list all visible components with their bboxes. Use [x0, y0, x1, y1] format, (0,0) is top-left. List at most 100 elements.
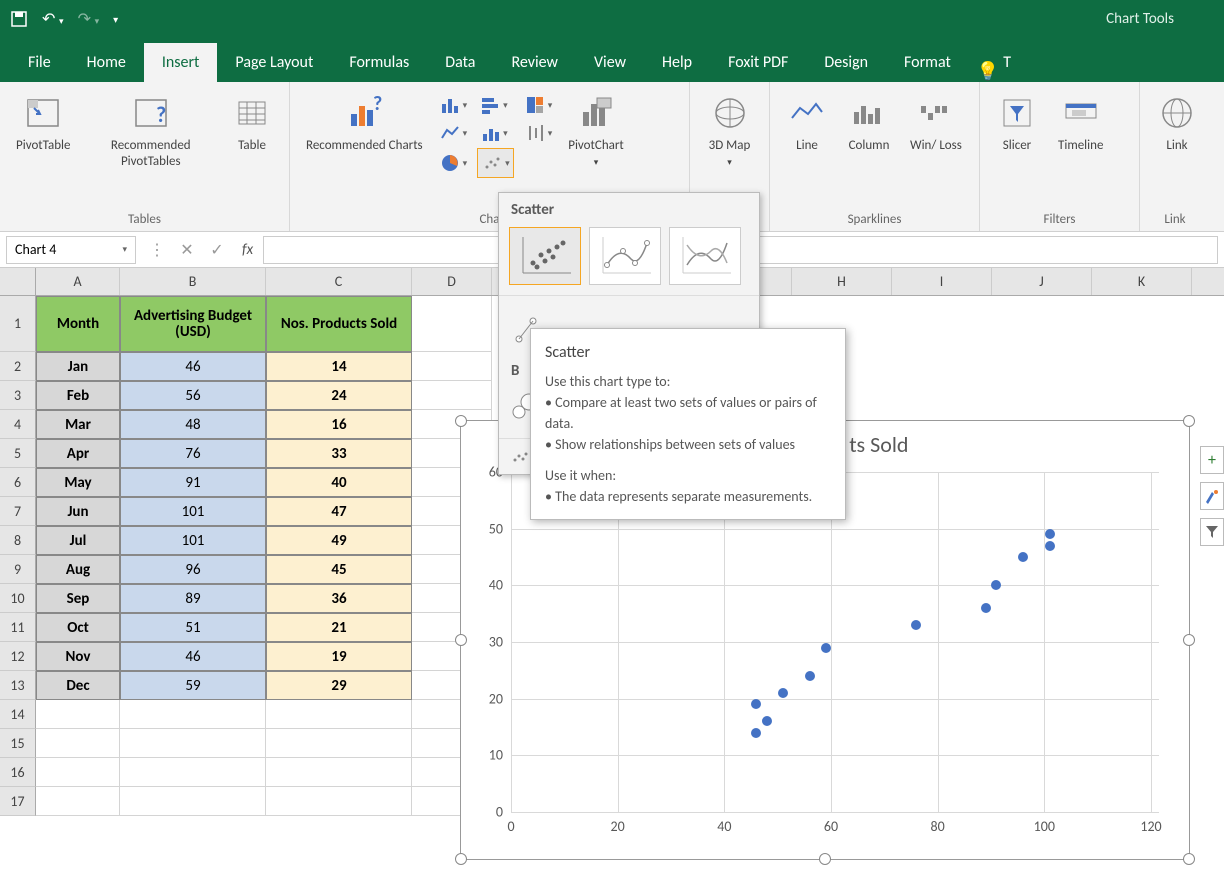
chart-resize-handle[interactable]	[455, 415, 467, 427]
name-box[interactable]: Chart 4 ▾	[6, 236, 136, 264]
cell-budget[interactable]: 46	[120, 352, 266, 381]
tab-page-layout[interactable]: Page Layout	[217, 43, 331, 82]
cell-c1[interactable]: Nos. Products Sold	[266, 296, 412, 352]
tab-formulas[interactable]: Formulas	[331, 43, 427, 82]
cell-budget[interactable]: 46	[120, 642, 266, 671]
sparkline-line-button[interactable]: Line	[780, 88, 834, 158]
col-header-i[interactable]: I	[892, 268, 992, 295]
area-chart-button[interactable]: ▾	[477, 120, 514, 146]
column-chart-button[interactable]: ▾	[437, 92, 470, 118]
tab-data[interactable]: Data	[427, 43, 493, 82]
cell-budget[interactable]: 96	[120, 555, 266, 584]
row-header[interactable]: 14	[0, 700, 36, 729]
cell-sold[interactable]: 21	[266, 613, 412, 642]
cell-month[interactable]: Mar	[36, 410, 120, 439]
tab-home[interactable]: Home	[69, 43, 144, 82]
redo-icon[interactable]: ↷ ▾	[78, 9, 100, 29]
cell-month[interactable]: Aug	[36, 555, 120, 584]
cell-month[interactable]: Jul	[36, 526, 120, 555]
cell-b1[interactable]: Advertising Budget (USD)	[120, 296, 266, 352]
chart-resize-handle[interactable]	[455, 853, 467, 865]
cell-budget[interactable]: 101	[120, 497, 266, 526]
tab-insert[interactable]: Insert	[144, 43, 218, 82]
pivotchart-button[interactable]: PivotChart▾	[562, 88, 630, 173]
cell-sold[interactable]: 49	[266, 526, 412, 555]
undo-icon[interactable]: ↶ ▾	[42, 9, 64, 29]
chart-resize-handle[interactable]	[1183, 853, 1195, 865]
cell-sold[interactable]: 45	[266, 555, 412, 584]
chart-data-point[interactable]	[1018, 552, 1028, 562]
chart-data-point[interactable]	[1045, 541, 1055, 551]
cell-budget[interactable]: 91	[120, 468, 266, 497]
cell-month[interactable]: Nov	[36, 642, 120, 671]
row-header[interactable]: 13	[0, 671, 36, 700]
sparkline-winloss-button[interactable]: Win/ Loss	[904, 88, 968, 158]
chart-elements-button[interactable]: +	[1200, 446, 1224, 474]
row-header[interactable]: 10	[0, 584, 36, 613]
cell-sold[interactable]: 36	[266, 584, 412, 613]
row-header[interactable]: 17	[0, 787, 36, 816]
row-header[interactable]: 6	[0, 468, 36, 497]
recommended-charts-button[interactable]: ? Recommended Charts	[300, 88, 429, 158]
cell-budget[interactable]: 48	[120, 410, 266, 439]
chart-resize-handle[interactable]	[819, 853, 831, 865]
stock-chart-button[interactable]: ▾	[522, 120, 555, 146]
tab-help[interactable]: Help	[644, 43, 710, 82]
cell-month[interactable]: Dec	[36, 671, 120, 700]
select-all-corner[interactable]	[0, 268, 36, 295]
chart-resize-handle[interactable]	[455, 634, 467, 646]
row-header[interactable]: 4	[0, 410, 36, 439]
cell-budget[interactable]: 89	[120, 584, 266, 613]
cell-budget[interactable]: 59	[120, 671, 266, 700]
chart-resize-handle[interactable]	[1183, 415, 1195, 427]
tab-design[interactable]: Design	[806, 43, 886, 82]
scatter-plain-option[interactable]	[509, 227, 581, 285]
cell-sold[interactable]: 47	[266, 497, 412, 526]
cell-sold[interactable]: 14	[266, 352, 412, 381]
cell-budget[interactable]: 76	[120, 439, 266, 468]
cell-sold[interactable]: 40	[266, 468, 412, 497]
row-header[interactable]: 11	[0, 613, 36, 642]
slicer-button[interactable]: Slicer	[990, 88, 1044, 158]
row-header[interactable]: 7	[0, 497, 36, 526]
treemap-chart-button[interactable]: ▾	[522, 92, 555, 118]
col-header-d[interactable]: D	[412, 268, 492, 295]
bar-chart-button[interactable]: ▾	[477, 92, 514, 118]
row-header[interactable]: 15	[0, 729, 36, 758]
cell-a1[interactable]: Month	[36, 296, 120, 352]
table-button[interactable]: Table	[225, 88, 279, 158]
cell-month[interactable]: Jan	[36, 352, 120, 381]
fx-icon[interactable]: fx	[232, 241, 263, 259]
tab-format[interactable]: Format	[886, 43, 969, 82]
line-chart-button[interactable]: ▾	[437, 120, 470, 146]
qat-customize-icon[interactable]: ▾	[113, 13, 118, 26]
row-header[interactable]: 16	[0, 758, 36, 787]
row-header-1[interactable]: 1	[0, 296, 36, 352]
cell-month[interactable]: Oct	[36, 613, 120, 642]
tab-tell-me[interactable]: T	[999, 43, 1029, 82]
enter-formula-icon[interactable]: ✓	[202, 240, 232, 260]
row-header[interactable]: 3	[0, 381, 36, 410]
cell-sold[interactable]: 24	[266, 381, 412, 410]
row-header[interactable]: 8	[0, 526, 36, 555]
cell-sold[interactable]: 29	[266, 671, 412, 700]
pivottable-button[interactable]: PivotTable	[10, 88, 77, 158]
col-header-j[interactable]: J	[992, 268, 1092, 295]
row-header[interactable]: 9	[0, 555, 36, 584]
link-button[interactable]: Link	[1150, 88, 1204, 158]
timeline-button[interactable]: Timeline	[1052, 88, 1109, 158]
chart-styles-button[interactable]	[1200, 482, 1224, 510]
col-header-h[interactable]: H	[792, 268, 892, 295]
cancel-formula-icon[interactable]: ✕	[172, 240, 202, 260]
tell-me-icon[interactable]: 💡	[977, 60, 999, 82]
scatter-smooth-lines-option[interactable]	[669, 227, 741, 285]
col-header-a[interactable]: A	[36, 268, 120, 295]
col-header-c[interactable]: C	[266, 268, 412, 295]
chart-data-point[interactable]	[751, 728, 761, 738]
row-header[interactable]: 2	[0, 352, 36, 381]
cell-month[interactable]: Apr	[36, 439, 120, 468]
chart-data-point[interactable]	[1045, 529, 1055, 539]
tab-view[interactable]: View	[576, 43, 644, 82]
chart-data-point[interactable]	[821, 643, 831, 653]
chart-filters-button[interactable]	[1200, 518, 1224, 546]
